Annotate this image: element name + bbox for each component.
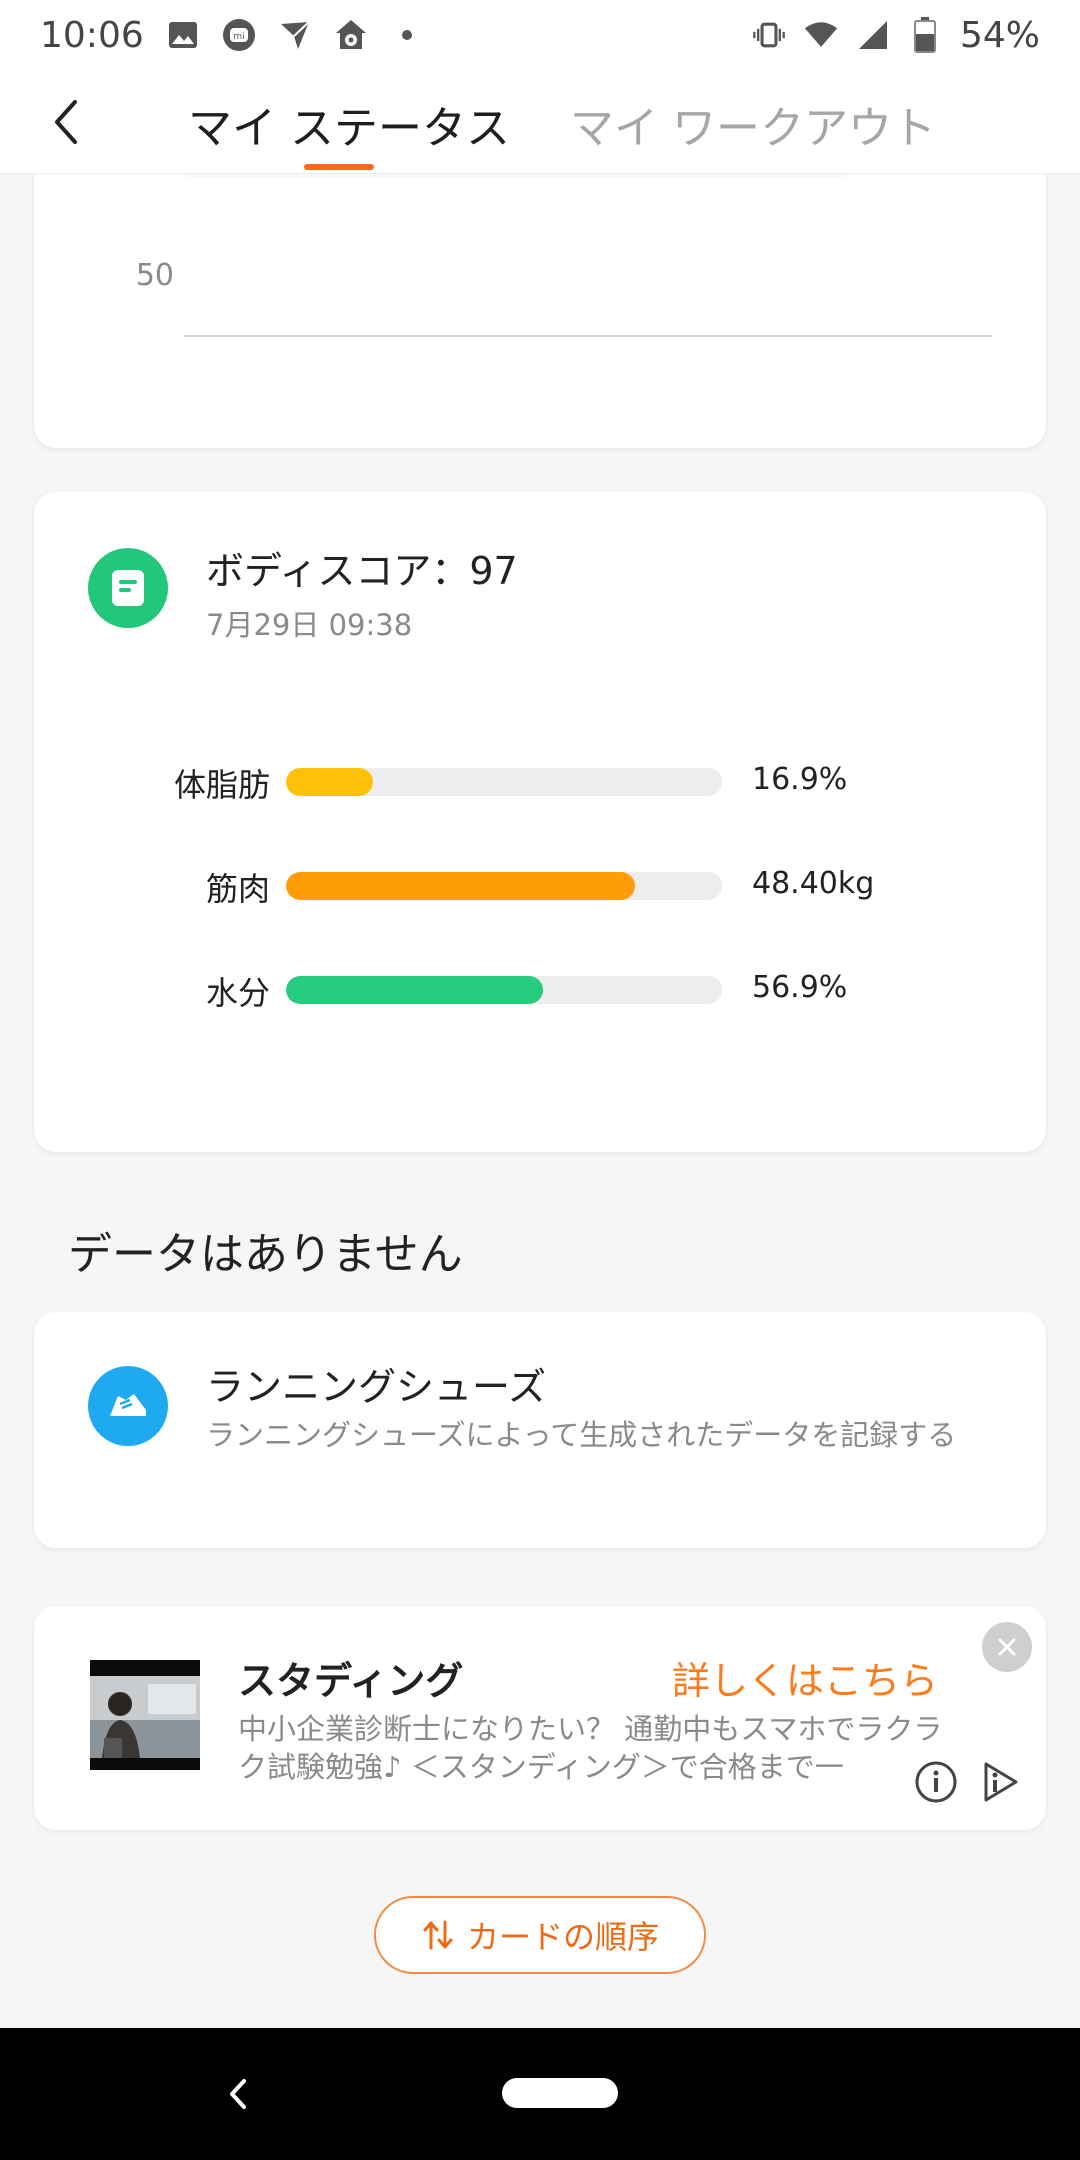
ad-info-icon[interactable] [914, 1760, 958, 1804]
body-score-card[interactable]: ボディスコア：97 7月29日 09:38 体脂肪 16.9% 筋肉 48.40… [34, 492, 1046, 1152]
status-right: 54% [752, 15, 1040, 56]
status-time: 10:06 [40, 14, 144, 56]
card-order-label: カードの順序 [466, 1918, 659, 1956]
sort-arrows-icon [423, 1920, 453, 1950]
metric-bar-fill [286, 768, 374, 796]
ad-card[interactable]: スタディング 詳しくはこちら 中小企業診断士になりたい？ 通勤中もスマホでラクラ… [34, 1606, 1046, 1830]
tab-my-workout[interactable]: マイ ワークアウト [570, 92, 936, 156]
document-icon [112, 570, 144, 606]
metric-value: 16.9% [752, 762, 848, 797]
ad-description: 中小企業診断士になりたい？ 通勤中もスマホでラクラク試験勉強♪ ＜スタンディング… [238, 1712, 943, 1784]
system-nav-bar [0, 2028, 1080, 2160]
metric-row-muscle: 筋肉 48.40kg [34, 864, 1046, 908]
running-shoe-icon [110, 1394, 146, 1416]
app-notification-icon [278, 18, 312, 52]
metric-bar-track [286, 872, 722, 900]
metric-bar-track [286, 768, 722, 796]
card-order-button[interactable]: カードの順序 [374, 1896, 706, 1974]
back-button[interactable] [36, 92, 96, 152]
metric-row-body-fat: 体脂肪 16.9% [34, 760, 1046, 804]
metric-label: 筋肉 [205, 870, 270, 908]
shoe-icon-circle [88, 1366, 168, 1446]
chevron-left-icon [55, 100, 77, 144]
ad-choices-icon[interactable] [978, 1760, 1022, 1804]
metric-row-water: 水分 56.9% [34, 968, 1046, 1012]
nav-back-button[interactable] [208, 2064, 268, 2124]
metric-label: 水分 [205, 974, 270, 1012]
battery-icon [908, 17, 942, 53]
nav-home-pill[interactable] [502, 2078, 618, 2108]
ad-title: スタディング [238, 1659, 464, 1703]
mi-app-icon: mi [222, 18, 256, 52]
metric-bar-track [286, 976, 722, 1004]
wifi-icon [804, 18, 838, 52]
status-left: 10:06 mi [40, 15, 424, 56]
ad-close-button[interactable] [982, 1622, 1032, 1672]
metric-label: 体脂肪 [173, 766, 270, 804]
shoes-description: ランニングシューズによって生成されたデータを記録する [206, 1418, 957, 1452]
shoes-title: ランニングシューズ [206, 1365, 547, 1409]
body-score-datetime: 7月29日 09:38 [206, 608, 413, 642]
app-header: マイ ステータス マイ ワークアウト [0, 70, 1080, 174]
metric-value: 48.40kg [752, 866, 875, 901]
y-tick-label: 50 [136, 258, 174, 293]
battery-percent: 54% [959, 14, 1040, 56]
metric-bar-fill [286, 976, 544, 1004]
no-data-heading: データはありません [68, 1229, 463, 1280]
metric-bar-fill [286, 872, 635, 900]
vibrate-icon [752, 18, 786, 52]
close-icon [998, 1638, 1016, 1656]
running-shoes-card[interactable]: ランニングシューズ ランニングシューズによって生成されたデータを記録する [34, 1312, 1046, 1548]
ad-thumbnail[interactable] [90, 1660, 200, 1770]
ad-learn-more-link[interactable]: 詳しくはこちら [672, 1650, 938, 1705]
tab-my-status[interactable]: マイ ステータス [188, 92, 510, 156]
image-icon [166, 18, 200, 52]
more-notifications-dot-icon [390, 18, 424, 52]
home-soccer-icon [334, 18, 368, 52]
body-score-title: ボディスコア：97 [206, 549, 518, 593]
body-score-icon-circle [88, 548, 168, 628]
cell-signal-icon [856, 18, 890, 52]
svg-text:mi: mi [233, 32, 244, 42]
metric-value: 56.9% [752, 970, 848, 1005]
active-tab-indicator [304, 164, 374, 170]
status-bar: 10:06 mi 54% [0, 0, 1080, 70]
nav-back-icon [230, 2079, 246, 2109]
